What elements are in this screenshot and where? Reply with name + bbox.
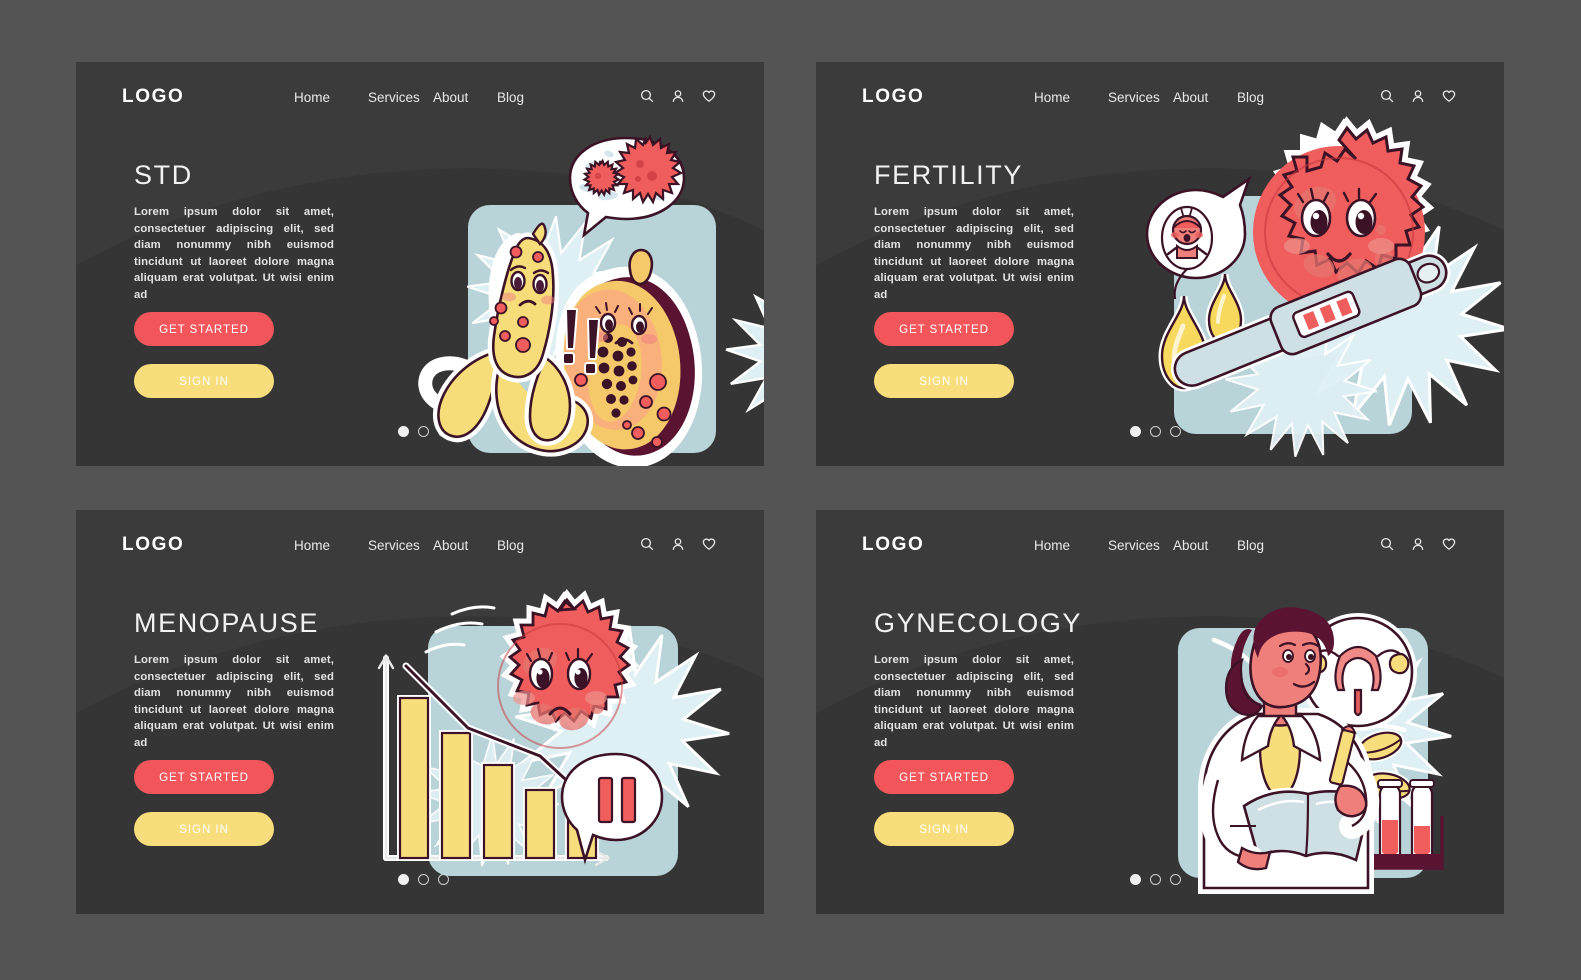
heart-icon[interactable]	[702, 89, 716, 103]
nav-link-blog[interactable]: Blog	[1237, 90, 1277, 105]
page-title: FERTILITY	[874, 160, 1023, 190]
nav-link-home[interactable]: Home	[1034, 538, 1108, 553]
nav-link-home[interactable]: Home	[294, 90, 368, 105]
user-icon[interactable]	[671, 537, 685, 551]
sign-in-button[interactable]: SIGN IN	[874, 812, 1014, 846]
logo[interactable]: LOGO	[862, 534, 924, 556]
get-started-button[interactable]: GET STARTED	[134, 760, 274, 794]
nav-link-home[interactable]: Home	[1034, 90, 1108, 105]
nav-link-about[interactable]: About	[433, 538, 497, 553]
illustration-fertility	[1096, 116, 1504, 464]
header: LOGO Home Services About Blog	[76, 62, 764, 134]
page-title: GYNECOLOGY	[874, 608, 1083, 638]
get-started-button[interactable]: GET STARTED	[874, 312, 1014, 346]
get-started-button[interactable]: GET STARTED	[874, 760, 1014, 794]
panel-gynecology: LOGO Home Services About Blog GYNECOLOGY…	[816, 510, 1504, 914]
menopause-bar-chart	[377, 589, 730, 876]
nav-link-home[interactable]: Home	[294, 538, 368, 553]
header-icons	[640, 537, 716, 551]
header-icons	[1380, 537, 1456, 551]
hero-body-text: Lorem ipsum dolor sit amet, consectetuer…	[874, 206, 1074, 301]
nav-link-about[interactable]: About	[1173, 90, 1237, 105]
panel-menopause: LOGO Home Services About Blog MENOPAUSE …	[76, 510, 764, 914]
landing-page-set: LOGO Home Services About Blog STD Lorem …	[0, 0, 1581, 980]
nav-link-blog[interactable]: Blog	[497, 90, 537, 105]
hero-body-text: Lorem ipsum dolor sit amet, consectetuer…	[134, 654, 334, 749]
search-icon[interactable]	[1380, 537, 1394, 551]
main-nav: Home Services About Blog	[294, 538, 537, 553]
heart-icon[interactable]	[702, 537, 716, 551]
page-title: STD	[134, 160, 193, 190]
main-nav: Home Services About Blog	[1034, 538, 1277, 553]
search-icon[interactable]	[640, 537, 654, 551]
heart-icon[interactable]	[1442, 537, 1456, 551]
logo[interactable]: LOGO	[122, 534, 184, 556]
nav-link-services[interactable]: Services	[1108, 538, 1173, 553]
logo[interactable]: LOGO	[122, 86, 184, 108]
illustration-menopause	[344, 568, 744, 908]
nav-link-services[interactable]: Services	[368, 90, 433, 105]
logo[interactable]: LOGO	[862, 86, 924, 108]
hero-body-text: Lorem ipsum dolor sit amet, consectetuer…	[874, 654, 1074, 749]
user-icon[interactable]	[1411, 537, 1425, 551]
illustration-std	[368, 130, 764, 466]
sign-in-button[interactable]: SIGN IN	[874, 364, 1014, 398]
sign-in-button[interactable]: SIGN IN	[134, 364, 274, 398]
user-icon[interactable]	[1411, 89, 1425, 103]
search-icon[interactable]	[1380, 89, 1394, 103]
nav-link-blog[interactable]: Blog	[497, 538, 537, 553]
get-started-button[interactable]: GET STARTED	[134, 312, 274, 346]
search-icon[interactable]	[640, 89, 654, 103]
heart-icon[interactable]	[1442, 89, 1456, 103]
header-icons	[1380, 89, 1456, 103]
nav-link-about[interactable]: About	[1173, 538, 1237, 553]
panel-std: LOGO Home Services About Blog STD Lorem …	[76, 62, 764, 466]
nav-link-about[interactable]: About	[433, 90, 497, 105]
user-icon[interactable]	[671, 89, 685, 103]
page-title: MENOPAUSE	[134, 608, 319, 638]
panel-fertility: LOGO Home Services About Blog FERTILITY …	[816, 62, 1504, 466]
hero-body-text: Lorem ipsum dolor sit amet, consectetuer…	[134, 206, 334, 301]
main-nav: Home Services About Blog	[1034, 90, 1277, 105]
header-icons	[640, 89, 716, 103]
illustration-gynecology	[1092, 568, 1492, 908]
nav-link-services[interactable]: Services	[1108, 90, 1173, 105]
sign-in-button[interactable]: SIGN IN	[134, 812, 274, 846]
main-nav: Home Services About Blog	[294, 90, 537, 105]
nav-link-services[interactable]: Services	[368, 538, 433, 553]
nav-link-blog[interactable]: Blog	[1237, 538, 1277, 553]
